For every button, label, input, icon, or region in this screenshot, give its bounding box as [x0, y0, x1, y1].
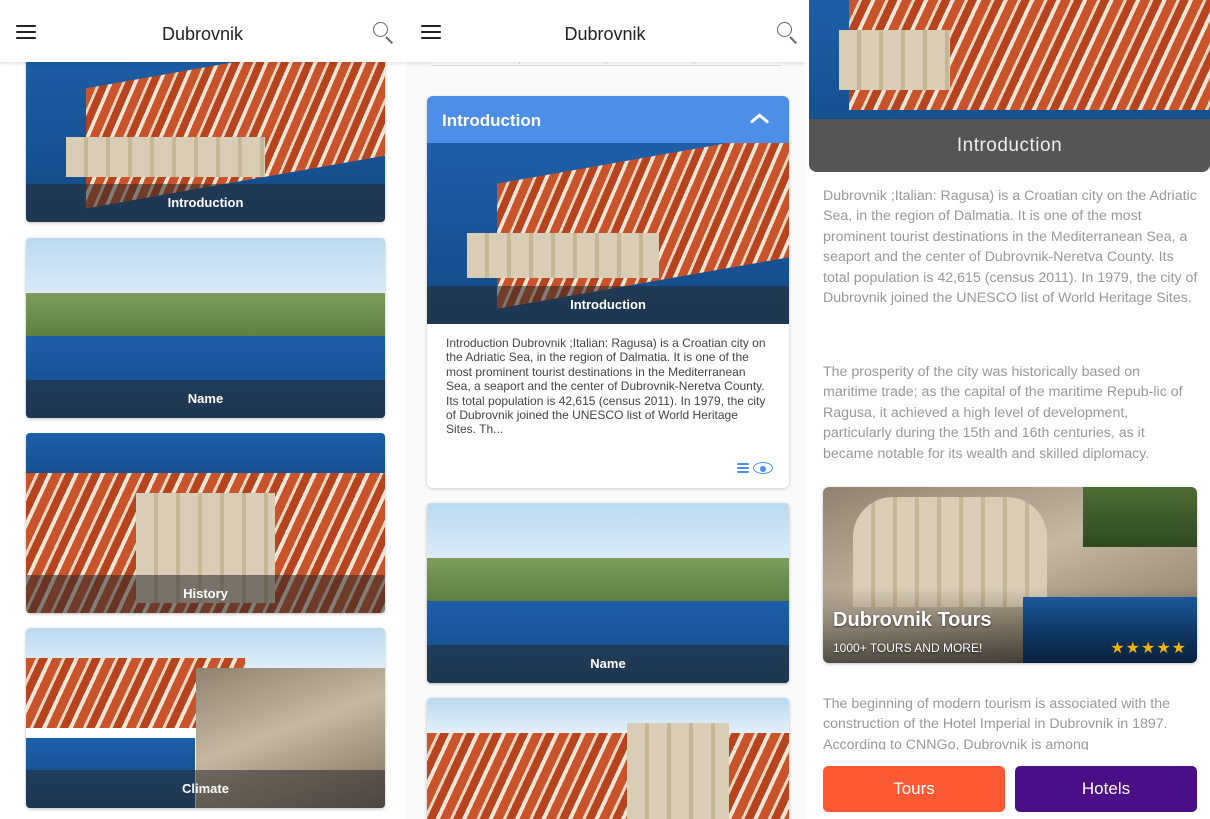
section-card-climate[interactable]: Climate: [26, 628, 385, 808]
star-rating-icon: ★★★★★: [1110, 640, 1187, 657]
promo-image: [823, 487, 1197, 663]
section-card-introduction[interactable]: Introduction: [26, 42, 385, 222]
hotels-button[interactable]: Hotels: [1015, 766, 1197, 812]
read-more-eye-icon[interactable]: [737, 460, 773, 476]
section-label: Name: [427, 645, 789, 683]
app-title: Dubrovnik: [161, 24, 244, 44]
tours-button[interactable]: Tours: [823, 766, 1005, 812]
tourism-paragraph: The beginning of modern tourism is assoc…: [823, 696, 1170, 750]
screen-sections-expanded: Dubrovnik Introduction Introduction Intr…: [405, 0, 805, 819]
section-card-name[interactable]: Name: [26, 238, 385, 418]
chevron-up-icon[interactable]: [749, 108, 770, 128]
promo-title: Dubrovnik Tours: [833, 609, 992, 631]
screen-introduction-detail: Introduction Dubrovnik ;Italian: Ragusa)…: [805, 0, 1210, 819]
tours-promo-card[interactable]: Dubrovnik Tours 1000+ TOURS AND MORE! ★★…: [823, 487, 1197, 663]
search-icon[interactable]: [777, 22, 799, 44]
hero-caption: Introduction: [809, 119, 1210, 172]
section-header-title: Introduction: [442, 111, 542, 130]
expanded-section-card: Introduction Introduction Introduction D…: [427, 96, 789, 488]
app-title: Dubrovnik: [564, 24, 646, 44]
section-image: [427, 698, 789, 819]
section-card-history[interactable]: [427, 698, 789, 819]
hero-image: Introduction: [809, 0, 1210, 172]
promo-subtitle: 1000+ TOURS AND MORE!: [833, 641, 983, 655]
section-excerpt: Introduction Dubrovnik ;Italian: Ragusa)…: [446, 336, 766, 437]
section-card-history[interactable]: History: [26, 433, 385, 613]
search-icon[interactable]: [373, 22, 395, 44]
screen-sections-list: Dubrovnik Introduction Name History Clim…: [0, 0, 405, 819]
section-label: History: [26, 575, 385, 613]
section-image-caption: Introduction: [427, 286, 789, 324]
section-card-name[interactable]: Name: [427, 503, 789, 683]
history-paragraph: The prosperity of the city was historica…: [823, 364, 1183, 462]
section-label: Name: [26, 380, 385, 418]
section-image: Introduction: [427, 143, 789, 324]
section-label: Introduction: [26, 184, 385, 222]
intro-paragraph: Dubrovnik ;Italian: Ragusa) is a Croatia…: [823, 188, 1198, 307]
app-bar: Dubrovnik: [405, 0, 805, 62]
section-header-introduction[interactable]: Introduction: [427, 96, 789, 143]
section-label: Climate: [26, 770, 385, 808]
app-bar: Dubrovnik: [0, 0, 405, 62]
